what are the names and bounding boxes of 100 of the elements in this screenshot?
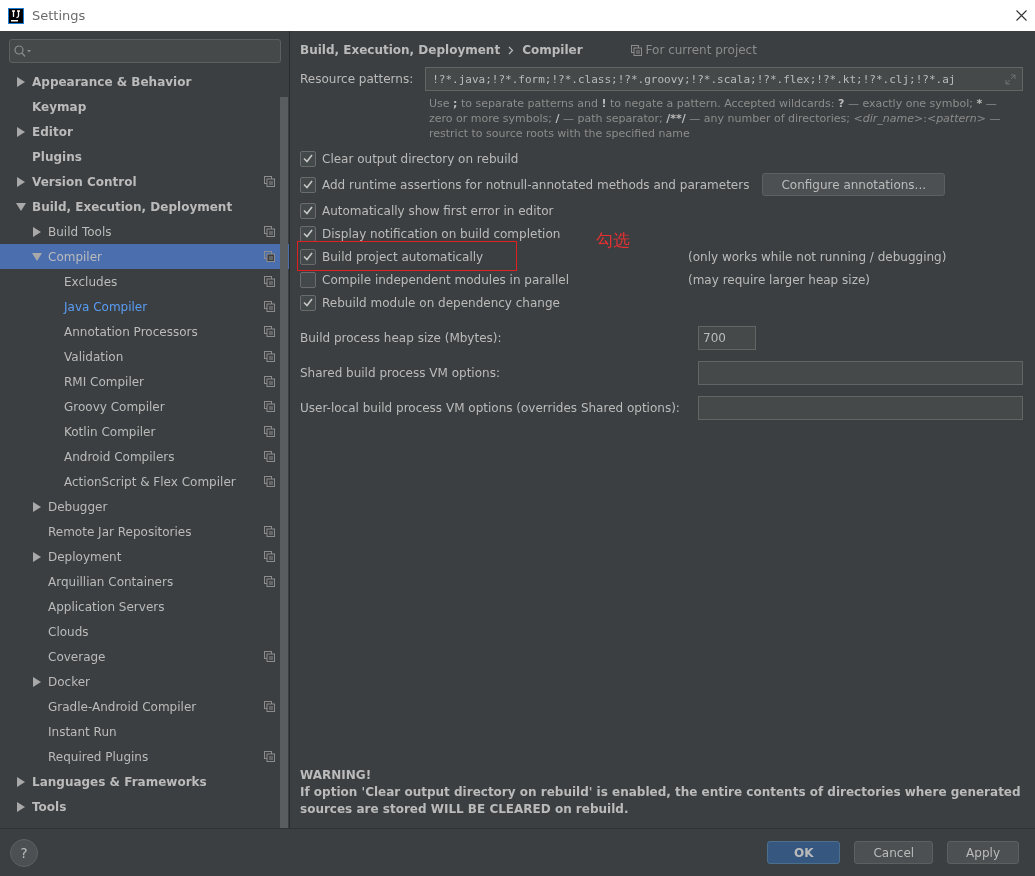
tree-item-label: Build, Execution, Deployment: [32, 199, 234, 214]
input-field[interactable]: [698, 395, 1023, 420]
tree-item[interactable]: Validation: [0, 344, 289, 369]
tree-item[interactable]: Required Plugins: [0, 744, 289, 769]
tree-item-label: Excludes: [64, 274, 119, 289]
help-text: Use ; to separate patterns and ! to negate a pattern. Accepted wildcards: ? — exactly one symbol; * — zero or more symbols; / — path separator; /**/ — any number of directories; <dir_name>:<pattern> — restrict to source roots with the specified name: [429, 96, 1002, 141]
tree-item[interactable]: Debugger: [0, 494, 289, 519]
app-logo-icon: [8, 7, 24, 24]
scope-label: For current project: [645, 43, 757, 57]
checkbox-label: Display notification on build completion: [322, 226, 561, 241]
tree-item[interactable]: Excludes: [0, 269, 289, 294]
tree-item-label: Languages & Frameworks: [32, 774, 208, 789]
option-note: (may require larger heap size): [688, 272, 870, 287]
scrollbar[interactable]: [280, 97, 288, 828]
checkmark-icon: [303, 229, 313, 238]
expanded-arrow-icon[interactable]: [16, 201, 26, 212]
collapsed-arrow-icon[interactable]: [16, 776, 26, 787]
tree-item-label: Compiler: [48, 249, 103, 264]
checkbox[interactable]: [300, 271, 316, 288]
close-icon[interactable]: [1016, 10, 1027, 21]
field-label: Resource patterns:: [300, 72, 414, 86]
collapsed-arrow-icon[interactable]: [16, 801, 26, 812]
tree-item-label: Remote Jar Repositories: [48, 524, 193, 539]
tree-item[interactable]: Appearance & Behavior: [0, 69, 289, 94]
tree-item-label: ActionScript & Flex Compiler: [64, 474, 237, 489]
configure-button[interactable]: Configure annotations...: [762, 173, 946, 196]
tree-item-label: Debugger: [48, 499, 109, 514]
tree-item[interactable]: Gradle-Android Compiler: [0, 694, 289, 719]
checkmark-icon: [303, 252, 313, 261]
tree-item[interactable]: Java Compiler: [0, 294, 289, 319]
checkbox[interactable]: [300, 294, 316, 311]
collapsed-arrow-icon[interactable]: [16, 176, 26, 187]
tree-item-label: Java Compiler: [64, 299, 149, 314]
tree-item[interactable]: Clouds: [0, 619, 289, 644]
tree-item[interactable]: Version Control: [0, 169, 289, 194]
collapsed-arrow-icon[interactable]: [32, 676, 42, 687]
field-value: !?*.java;!?*.form;!?*.class;!?*.groovy;!?*.scala;!?*.flex;!?*.kt;!?*.clj;!?*.aj: [432, 72, 957, 86]
checkbox-label: Automatically show first error in editor: [322, 203, 554, 218]
checkbox[interactable]: [300, 248, 316, 265]
option-note: (only works while not running / debugging): [688, 249, 947, 264]
search-field[interactable]: [9, 39, 281, 63]
checkbox-label: Clear output directory on rebuild: [322, 151, 519, 166]
tree-item[interactable]: ActionScript & Flex Compiler: [0, 469, 289, 494]
tree-item[interactable]: Instant Run: [0, 719, 289, 744]
help-button[interactable]: ?: [10, 838, 38, 867]
tree-item[interactable]: Languages & Frameworks: [0, 769, 289, 794]
tree-item[interactable]: Remote Jar Repositories: [0, 519, 289, 544]
collapsed-arrow-icon[interactable]: [16, 76, 26, 87]
tree-item[interactable]: Deployment: [0, 544, 289, 569]
tree-item[interactable]: RMI Compiler: [0, 369, 289, 394]
input-field[interactable]: 700: [698, 325, 756, 350]
tree-item-label: RMI Compiler: [64, 374, 146, 389]
annotation-note: 勾选: [596, 229, 630, 252]
dialog-button[interactable]: Cancel: [854, 841, 934, 864]
checkmark-icon: [303, 206, 313, 215]
tree-item-label: Clouds: [48, 624, 90, 639]
tree-item[interactable]: Coverage: [0, 644, 289, 669]
resource-patterns-field[interactable]: !?*.java;!?*.form;!?*.class;!?*.groovy;!?*.scala;!?*.flex;!?*.kt;!?*.clj;!?*.aj: [425, 67, 1023, 91]
collapsed-arrow-icon[interactable]: [32, 551, 42, 562]
tree-item-label: Application Servers: [48, 599, 166, 614]
checkbox[interactable]: [300, 225, 316, 242]
chevron-right-icon: [508, 45, 515, 55]
tree-item[interactable]: Build Tools: [0, 219, 289, 244]
tree-item[interactable]: Android Compilers: [0, 444, 289, 469]
tree-item[interactable]: Build, Execution, Deployment: [0, 194, 289, 219]
tree-item-label: Coverage: [48, 649, 107, 664]
tree-item[interactable]: Tools: [0, 794, 289, 819]
tree-item[interactable]: Plugins: [0, 144, 289, 169]
tree-item[interactable]: Kotlin Compiler: [0, 419, 289, 444]
copy-icon: [630, 44, 642, 56]
warning-title: WARNING!: [300, 767, 373, 784]
checkmark-icon: [303, 180, 313, 189]
collapsed-arrow-icon[interactable]: [32, 226, 42, 237]
tree-item-label: Docker: [48, 674, 92, 689]
checkbox-label: Rebuild module on dependency change: [322, 295, 560, 310]
field-label: Build process heap size (Mbytes):: [300, 330, 503, 345]
window-title: Settings: [32, 8, 87, 23]
warning-text: If option 'Clear output directory on rebuild' is enabled, the entire contents of directories where generated sources are stored WILL BE CLEARED on rebuild.: [300, 784, 1022, 818]
tree-item-label: Annotation Processors: [64, 324, 199, 339]
tree-item[interactable]: Editor: [0, 119, 289, 144]
field-label: Shared build process VM options:: [300, 365, 501, 380]
tree-item-label: Required Plugins: [48, 749, 150, 764]
dialog-button[interactable]: Apply: [947, 841, 1019, 864]
tree-item[interactable]: Annotation Processors: [0, 319, 289, 344]
collapsed-arrow-icon[interactable]: [16, 126, 26, 137]
checkbox[interactable]: [300, 202, 316, 219]
dialog-button[interactable]: OK: [766, 841, 841, 864]
collapsed-arrow-icon[interactable]: [32, 501, 42, 512]
tree-item-label: Gradle-Android Compiler: [48, 699, 198, 714]
checkbox-label: Add runtime assertions for notnull-annotated methods and parameters: [322, 177, 750, 192]
tree-item[interactable]: Docker: [0, 669, 289, 694]
tree-item[interactable]: Groovy Compiler: [0, 394, 289, 419]
checkbox[interactable]: [300, 176, 316, 193]
checkbox-label: Compile independent modules in parallel: [322, 272, 569, 287]
tree-item[interactable]: Arquillian Containers: [0, 569, 289, 594]
field-label: User-local build process VM options (overrides Shared options):: [300, 400, 681, 415]
input-field[interactable]: [698, 360, 1023, 385]
checkbox[interactable]: [300, 150, 316, 167]
tree-item[interactable]: Keymap: [0, 94, 289, 119]
tree-item[interactable]: Application Servers: [0, 594, 289, 619]
